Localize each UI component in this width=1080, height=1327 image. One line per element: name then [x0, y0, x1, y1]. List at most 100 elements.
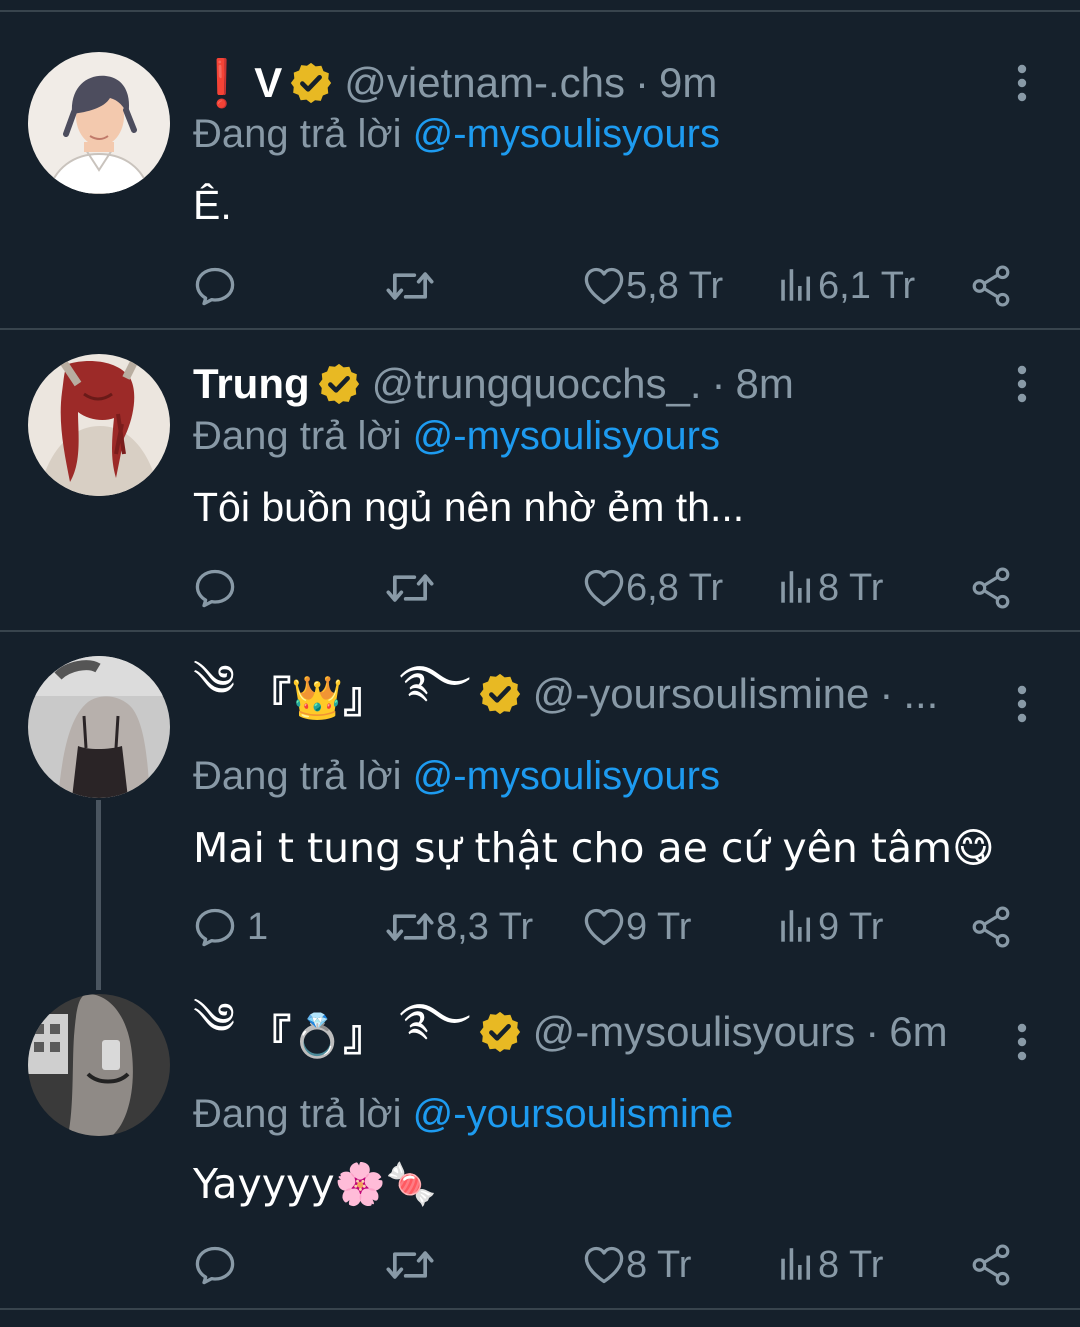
reply-label: Đang trả lời [193, 112, 402, 156]
reply-label: Đang trả lời [193, 414, 402, 458]
like-button[interactable]: 9 Tr [582, 902, 691, 952]
views-button[interactable]: 8 Tr [776, 1240, 883, 1290]
reply-button[interactable] [193, 1240, 237, 1290]
avatar[interactable] [28, 994, 170, 1136]
reply-icon [193, 905, 237, 949]
handle[interactable]: @-yoursoulismine [533, 670, 870, 718]
avatar[interactable] [28, 656, 170, 798]
more-icon[interactable] [1008, 364, 1036, 404]
verified-badge-icon [477, 671, 523, 717]
reply-context: Đang trả lời @-mysoulisyours [193, 414, 720, 459]
timestamp[interactable]: 9m [659, 59, 717, 107]
reply-mention-link[interactable]: @-mysoulisyours [413, 754, 720, 798]
handle[interactable]: @vietnam-.chs [344, 59, 625, 107]
share-icon [970, 906, 1012, 948]
heart-icon [582, 905, 626, 949]
views-count: 6,1 Tr [818, 264, 916, 307]
heart-icon [582, 1243, 626, 1287]
timestamp[interactable]: ... [903, 670, 938, 718]
more-icon[interactable] [1008, 1022, 1036, 1062]
reply-button[interactable] [193, 563, 237, 613]
exclamation-icon: ❗ [193, 55, 251, 110]
tweet-mysoulisyours[interactable]: ༄ 『💍』 ࿐ @-mysoulisyours · 6m Đang trả lờ… [0, 992, 1080, 1308]
reply-count: 1 [247, 905, 269, 948]
retweet-button[interactable]: 8,3 Tr [384, 902, 533, 952]
like-button[interactable]: 8 Tr [582, 1240, 691, 1290]
retweet-button[interactable] [384, 563, 436, 613]
reply-icon [193, 264, 237, 308]
display-name[interactable]: 『💍』 [249, 1002, 385, 1063]
tweet-actions: 1 8,3 Tr 9 Tr 9 Tr [0, 902, 1080, 952]
name-decoration-right: ࿐ [399, 657, 471, 706]
tweet-vietnam[interactable]: ❗ V @vietnam-.chs · 9m Đang trả lời @-my… [0, 0, 1080, 330]
like-count: 9 Tr [626, 905, 692, 948]
tweet-header: Trung @trungquocchs_. · 8m [193, 356, 794, 412]
share-button[interactable] [970, 1240, 1012, 1290]
reply-mention-link[interactable]: @-mysoulisyours [413, 112, 720, 156]
tweet-actions: 6,8 Tr 8 Tr [0, 563, 1080, 613]
share-button[interactable] [970, 261, 1012, 311]
tweet-text: Ê. [193, 182, 232, 228]
share-icon [970, 1244, 1012, 1286]
reply-context: Đang trả lời @-yoursoulismine [193, 1092, 733, 1137]
views-button[interactable]: 6,1 Tr [776, 261, 915, 311]
timestamp[interactable]: 8m [735, 360, 793, 408]
display-name[interactable]: V [254, 59, 282, 107]
more-icon[interactable] [1008, 63, 1036, 103]
more-icon[interactable] [1008, 684, 1036, 724]
reply-icon [193, 1243, 237, 1287]
heart-icon [582, 566, 626, 610]
share-icon [970, 265, 1012, 307]
share-button[interactable] [970, 902, 1012, 952]
display-name[interactable]: 『👑』 [249, 664, 385, 725]
reply-button[interactable] [193, 261, 237, 311]
views-count: 8 Tr [818, 566, 884, 609]
heart-icon [582, 264, 626, 308]
verified-badge-icon [288, 60, 334, 106]
timestamp[interactable]: 6m [889, 1008, 947, 1056]
display-name[interactable]: Trung [193, 360, 310, 408]
handle[interactable]: @-mysoulisyours [533, 1008, 856, 1056]
separator-dot: · [711, 360, 726, 407]
avatar[interactable] [28, 354, 170, 496]
reply-mention-link[interactable]: @-mysoulisyours [413, 414, 720, 458]
tweet-yoursoulismine[interactable]: ༄ 『👑』 ࿐ @-yoursoulismine · ... Đang trả … [0, 632, 1080, 992]
retweet-button[interactable] [384, 1240, 436, 1290]
separator-dot: · [865, 1008, 880, 1055]
retweet-count: 8,3 Tr [436, 905, 534, 948]
reply-context: Đang trả lời @-mysoulisyours [193, 754, 720, 799]
views-icon [776, 265, 818, 307]
tweet-actions: 5,8 Tr 6,1 Tr [0, 261, 1080, 311]
tweet-text: Mai t tung sự thật cho ae cứ yên tâm😋 [193, 824, 995, 872]
like-button[interactable]: 5,8 Tr [582, 261, 723, 311]
reply-mention-link[interactable]: @-yoursoulismine [413, 1092, 734, 1136]
like-button[interactable]: 6,8 Tr [582, 563, 723, 613]
reply-button[interactable]: 1 [193, 902, 268, 952]
retweet-icon [384, 905, 436, 949]
views-button[interactable]: 9 Tr [776, 902, 883, 952]
like-count: 5,8 Tr [626, 264, 724, 307]
tweet-divider [0, 1308, 1080, 1310]
share-icon [970, 567, 1012, 609]
retweet-button[interactable] [384, 261, 436, 311]
verified-badge-icon [316, 361, 362, 407]
separator-dot: · [879, 670, 894, 717]
tweet-header: ❗ V @vietnam-.chs · 9m [193, 55, 717, 111]
like-count: 8 Tr [626, 1243, 692, 1286]
views-count: 9 Tr [818, 905, 884, 948]
views-icon [776, 906, 818, 948]
retweet-icon [384, 264, 436, 308]
share-button[interactable] [970, 563, 1012, 613]
tweet-trung[interactable]: Trung @trungquocchs_. · 8m Đang trả lời … [0, 330, 1080, 632]
name-decoration-left: ༄ [193, 995, 236, 1044]
views-button[interactable]: 8 Tr [776, 563, 883, 613]
avatar[interactable] [28, 52, 170, 194]
name-decoration-left: ༄ [193, 657, 236, 706]
tweet-header: ༄ 『💍』 ࿐ @-mysoulisyours · 6m [193, 995, 948, 1063]
verified-badge-icon [477, 1009, 523, 1055]
thread-line [96, 800, 101, 990]
separator-dot: · [635, 59, 650, 106]
tweet-text: Tôi buồn ngủ nên nhờ ẻm th... [193, 484, 745, 530]
reply-context: Đang trả lời @-mysoulisyours [193, 112, 720, 157]
handle[interactable]: @trungquocchs_. [372, 360, 702, 408]
